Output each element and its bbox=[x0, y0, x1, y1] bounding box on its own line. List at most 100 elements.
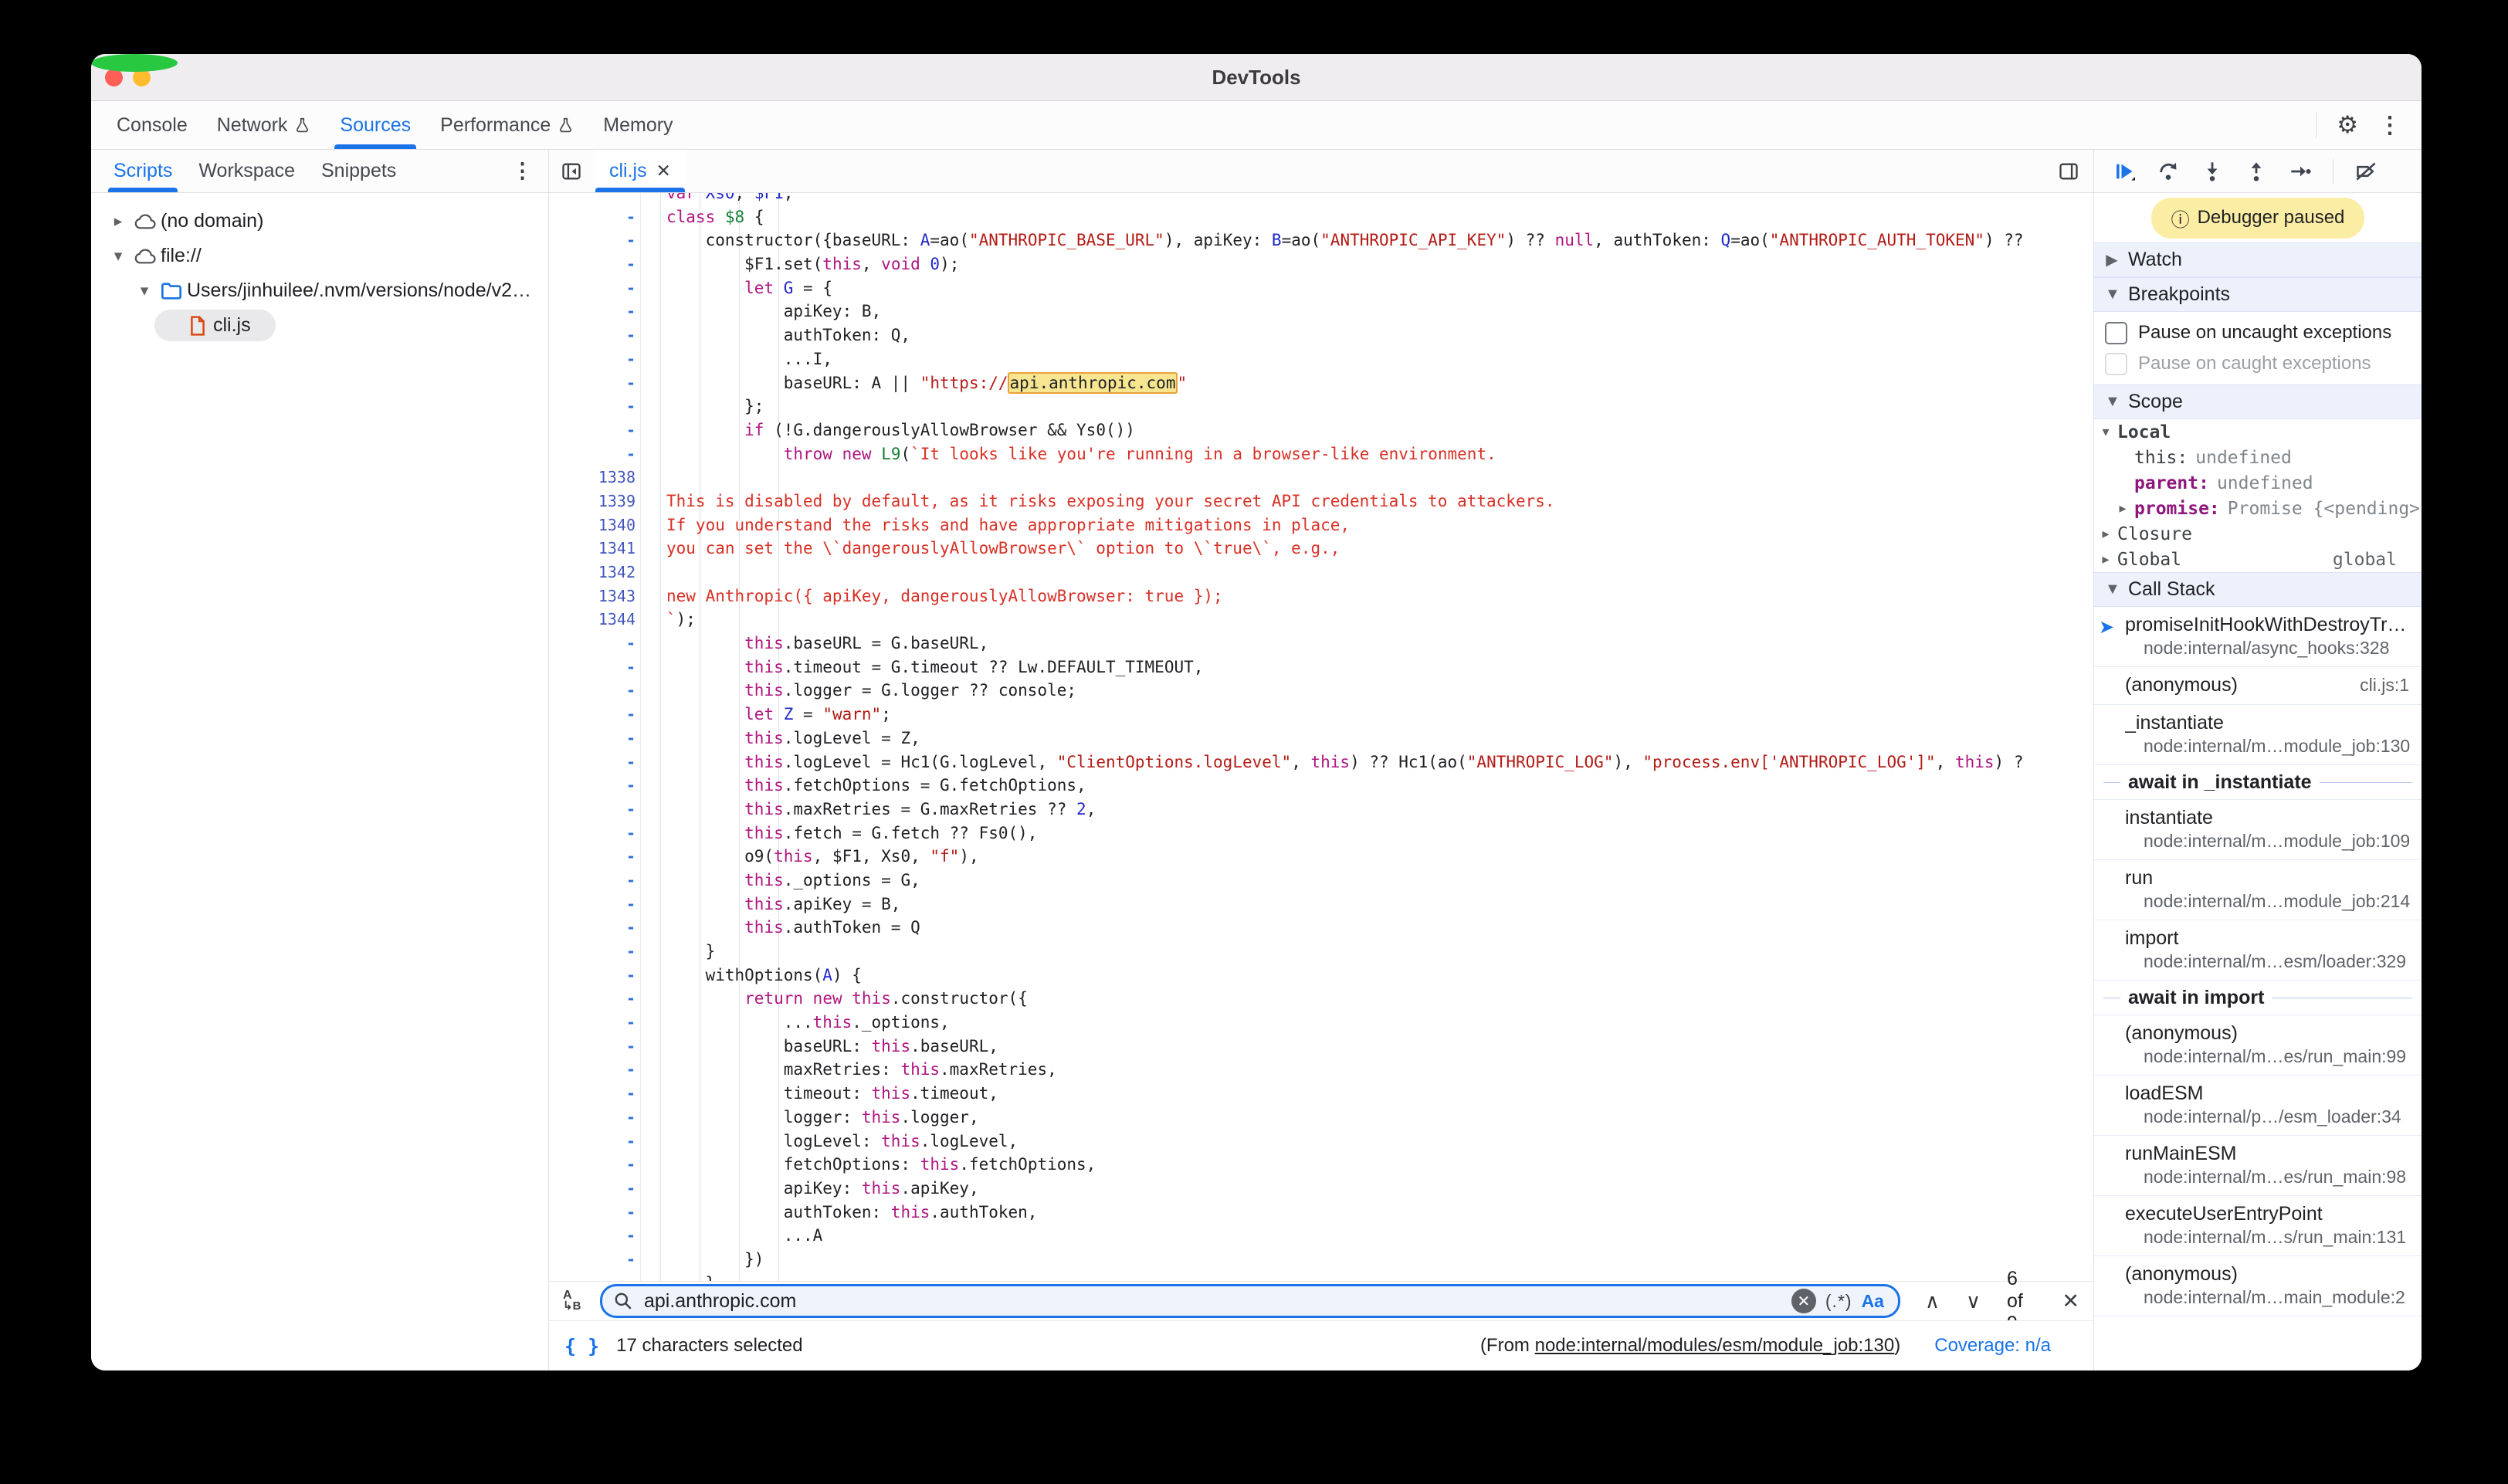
collapsed-line-marker[interactable]: - bbox=[549, 916, 635, 940]
code-line[interactable]: - baseURL: this.baseURL, bbox=[549, 1035, 2093, 1059]
collapsed-line-marker[interactable]: - bbox=[549, 703, 635, 727]
code-line[interactable]: - withOptions(A) { bbox=[549, 964, 2093, 988]
collapsed-line-marker[interactable]: - bbox=[549, 1130, 635, 1154]
tree-item-users-jinhuilee-nvm-versions-node-v2-[interactable]: ▾Users/jinhuilee/.nvm/versions/node/v2… bbox=[91, 273, 548, 308]
code-line[interactable]: -class $8 { bbox=[549, 205, 2093, 229]
scope-entry-promise[interactable]: ▸promise:Promise {<pending>} bbox=[2094, 496, 2422, 521]
code-line[interactable]: - this.maxRetries = G.maxRetries ?? 2, bbox=[549, 798, 2093, 822]
code-line[interactable]: 1342 bbox=[549, 561, 2093, 584]
code-line[interactable]: - }; bbox=[549, 395, 2093, 418]
code-line[interactable]: 1341you can set the \`dangerouslyAllowBr… bbox=[549, 537, 2093, 561]
code-line[interactable]: - this.logLevel = Hc1(G.logLevel, "Clien… bbox=[549, 750, 2093, 774]
regex-toggle[interactable]: (.*) bbox=[1825, 1291, 1852, 1312]
code-line[interactable]: - constructor({baseURL: A=ao("ANTHROPIC_… bbox=[549, 229, 2093, 252]
code-line[interactable]: - logLevel: this.logLevel, bbox=[549, 1130, 2093, 1154]
deactivate-breakpoints-icon[interactable] bbox=[2354, 160, 2378, 183]
collapsed-line-marker[interactable]: - bbox=[549, 324, 635, 347]
line-number[interactable]: 1344 bbox=[549, 608, 635, 632]
code-line[interactable]: - this.logger = G.logger ?? console; bbox=[549, 679, 2093, 703]
collapsed-line-marker[interactable]: - bbox=[549, 276, 635, 300]
code-editor[interactable]: var Xs0, $F1;-class $8 {- constructor({b… bbox=[549, 193, 2093, 1281]
collapsed-line-marker[interactable]: - bbox=[549, 442, 635, 466]
code-line[interactable]: - o9(this, $F1, Xs0, "f"), bbox=[549, 845, 2093, 869]
line-number[interactable]: 1340 bbox=[549, 513, 635, 537]
next-match-button[interactable]: ∨ bbox=[1966, 1289, 1981, 1313]
collapsed-line-marker[interactable]: - bbox=[549, 205, 635, 229]
call-stack-section-header[interactable]: ▼ Call Stack bbox=[2094, 572, 2422, 607]
code-line[interactable]: - if (!G.dangerouslyAllowBrowser && Ys0(… bbox=[549, 418, 2093, 442]
tab-sources[interactable]: Sources bbox=[325, 101, 425, 149]
code-line[interactable]: - return new this.constructor({ bbox=[549, 987, 2093, 1011]
code-line[interactable]: - this.fetch = G.fetch ?? Fs0(), bbox=[549, 822, 2093, 845]
code-line[interactable]: - this._options = G, bbox=[549, 869, 2093, 893]
replace-toggle-icon[interactable]: A↳B bbox=[563, 1290, 588, 1312]
collapsed-line-marker[interactable]: - bbox=[549, 1106, 635, 1130]
watch-section-header[interactable]: ▶ Watch bbox=[2094, 242, 2422, 277]
tree-item-file-[interactable]: ▾file:// bbox=[91, 239, 548, 273]
previous-match-button[interactable]: ∧ bbox=[1925, 1289, 1940, 1313]
stack-frame-instantiate[interactable]: instantiatenode:internal/m…module_job:10… bbox=[2094, 800, 2422, 860]
checkbox-unchecked[interactable] bbox=[2105, 322, 2127, 344]
collapsed-line-marker[interactable]: - bbox=[549, 1201, 635, 1225]
sidebar-tab-workspace[interactable]: Workspace bbox=[185, 150, 308, 192]
collapsed-line-marker[interactable]: - bbox=[549, 395, 635, 418]
scope-global[interactable]: ▸Globalglobal bbox=[2094, 547, 2422, 572]
pause-uncaught-exceptions-row[interactable]: Pause on uncaught exceptions bbox=[2094, 317, 2422, 349]
code-line[interactable]: var Xs0, $F1; bbox=[549, 193, 2093, 205]
sidebar-tab-scripts[interactable]: Scripts bbox=[100, 150, 185, 192]
code-line[interactable]: - fetchOptions: this.fetchOptions, bbox=[549, 1153, 2093, 1177]
collapsed-line-marker[interactable]: - bbox=[549, 632, 635, 656]
collapsed-line-marker[interactable]: - bbox=[549, 727, 635, 750]
step-out-button[interactable] bbox=[2245, 160, 2268, 183]
collapsed-line-marker[interactable]: - bbox=[549, 252, 635, 276]
tab-network[interactable]: Network bbox=[202, 101, 326, 149]
collapsed-line-marker[interactable]: - bbox=[549, 1177, 635, 1201]
code-line[interactable]: - authToken: Q, bbox=[549, 324, 2093, 347]
resume-script-button[interactable] bbox=[2113, 160, 2136, 183]
code-line[interactable]: - this.logLevel = Z, bbox=[549, 727, 2093, 750]
code-line[interactable]: - this.baseURL = G.baseURL, bbox=[549, 632, 2093, 656]
code-line[interactable]: - ...A bbox=[549, 1224, 2093, 1248]
line-number[interactable]: 1342 bbox=[549, 561, 635, 584]
stack-frame-loadesm[interactable]: loadESMnode:internal/p…/esm_loader:34 bbox=[2094, 1076, 2422, 1136]
step-over-button[interactable] bbox=[2157, 160, 2180, 183]
line-number[interactable]: 1341 bbox=[549, 537, 635, 561]
code-line[interactable]: - ...I, bbox=[549, 347, 2093, 371]
scope-section-header[interactable]: ▼ Scope bbox=[2094, 385, 2422, 419]
code-line[interactable]: 1343new Anthropic({ apiKey, dangerouslyA… bbox=[549, 584, 2093, 608]
code-line[interactable]: - let G = { bbox=[549, 276, 2093, 300]
code-line[interactable]: 1344`); bbox=[549, 608, 2093, 632]
sidebar-tab-snippets[interactable]: Snippets bbox=[308, 150, 409, 192]
close-tab-icon[interactable]: ✕ bbox=[656, 161, 671, 181]
collapsed-line-marker[interactable]: - bbox=[549, 987, 635, 1011]
tree-item-cli-js[interactable]: cli.js bbox=[91, 308, 548, 343]
collapsed-line-marker[interactable]: - bbox=[549, 1272, 635, 1281]
code-line[interactable]: - authToken: this.authToken, bbox=[549, 1201, 2093, 1225]
sidebar-more-icon[interactable]: ⋮ bbox=[512, 150, 548, 192]
collapsed-line-marker[interactable]: - bbox=[549, 940, 635, 964]
line-number[interactable]: 1339 bbox=[549, 490, 635, 513]
match-case-toggle[interactable]: Aa bbox=[1862, 1291, 1884, 1312]
code-line[interactable]: 1339This is disabled by default, as it r… bbox=[549, 490, 2093, 513]
coverage-link[interactable]: Coverage: n/a bbox=[1934, 1335, 2051, 1357]
collapsed-line-marker[interactable]: - bbox=[549, 1082, 635, 1106]
code-line[interactable]: - timeout: this.timeout, bbox=[549, 1082, 2093, 1106]
code-line[interactable]: - apiKey: this.apiKey, bbox=[549, 1177, 2093, 1201]
code-line[interactable]: - throw new L9(`It looks like you're run… bbox=[549, 442, 2093, 466]
collapsed-line-marker[interactable]: - bbox=[549, 300, 635, 324]
collapsed-line-marker[interactable]: - bbox=[549, 798, 635, 822]
stack-frame-run[interactable]: runnode:internal/m…module_job:214 bbox=[2094, 860, 2422, 920]
collapsed-line-marker[interactable]: - bbox=[549, 371, 635, 395]
search-input[interactable] bbox=[642, 1289, 1782, 1313]
code-line[interactable]: - }) bbox=[549, 1248, 2093, 1272]
collapsed-line-marker[interactable]: - bbox=[549, 822, 635, 845]
code-line[interactable]: 1340If you understand the risks and have… bbox=[549, 513, 2093, 537]
collapse-navigator-icon[interactable] bbox=[549, 161, 594, 182]
breakpoints-section-header[interactable]: ▼ Breakpoints bbox=[2094, 277, 2422, 312]
code-line[interactable]: - } bbox=[549, 940, 2093, 964]
code-line[interactable]: - $F1.set(this, void 0); bbox=[549, 252, 2093, 276]
tab-performance[interactable]: Performance bbox=[425, 101, 588, 149]
stack-frame--anonymous-[interactable]: (anonymous)node:internal/m…main_module:2 bbox=[2094, 1256, 2422, 1316]
code-line[interactable]: - ...this._options, bbox=[549, 1011, 2093, 1035]
clear-search-icon[interactable]: ✕ bbox=[1791, 1289, 1816, 1313]
